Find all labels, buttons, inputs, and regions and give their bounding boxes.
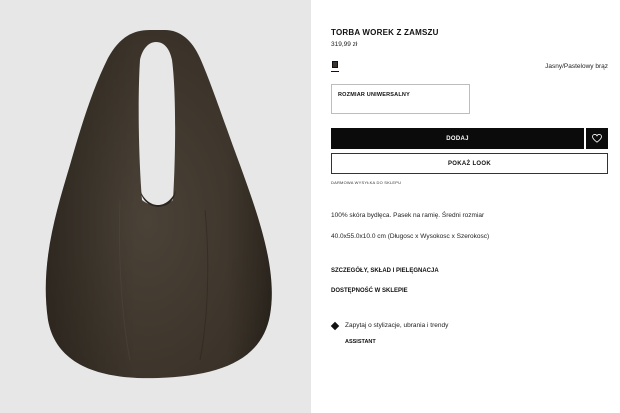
- details-link[interactable]: SZCZEGÓŁY, SKŁAD I PIELĘGNACJA: [331, 268, 439, 274]
- product-title: TORBA WOREK Z ZAMSZU: [331, 28, 439, 37]
- shipping-note: DARMOWA WYSYŁKA DO SKLEPU: [331, 180, 402, 185]
- show-look-button[interactable]: POKAŻ LOOK: [331, 153, 608, 174]
- heart-icon: [592, 134, 602, 143]
- product-image[interactable]: [0, 0, 311, 413]
- size-selector[interactable]: ROZMIAR UNIWERSALNY: [331, 84, 470, 114]
- color-name: Jasny/Pastelowy brąz: [545, 63, 608, 70]
- color-swatch[interactable]: [332, 61, 338, 68]
- assistant-label[interactable]: ASSISTANT: [345, 339, 376, 345]
- size-label: ROZMIAR UNIWERSALNY: [338, 92, 410, 98]
- add-to-cart-button[interactable]: DODAJ: [331, 128, 584, 149]
- assistant-prompt[interactable]: Zapytaj o stylizacje, ubrania i trendy: [345, 322, 448, 329]
- product-details-panel: TORBA WOREK Z ZAMSZU 319,99 zł Jasny/Pas…: [311, 0, 620, 413]
- wishlist-button[interactable]: [586, 128, 608, 149]
- diamond-icon: [330, 321, 340, 331]
- selected-swatch-indicator: [331, 71, 339, 72]
- product-price: 319,99 zł: [331, 41, 358, 48]
- store-availability-link[interactable]: DOSTĘPNOŚĆ W SKLEPIE: [331, 288, 408, 294]
- bag-image: [45, 30, 272, 379]
- product-dimensions: 40.0x55.0x10.0 cm (Długosc x Wysokosc x …: [331, 233, 490, 240]
- product-description: 100% skóra bydlęca. Pasek na ramię. Śred…: [331, 212, 485, 219]
